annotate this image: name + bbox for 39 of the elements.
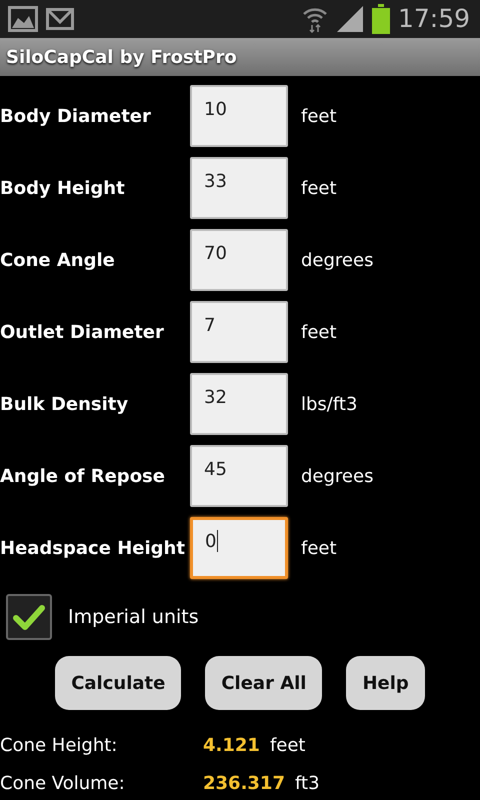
result-value: 236.317	[203, 772, 285, 796]
signal-icon	[336, 5, 364, 33]
field-label: Outlet Diameter	[0, 320, 165, 344]
unit-label: feet	[300, 536, 337, 560]
result-label: Cone Height:	[0, 734, 118, 758]
field-label: Body Diameter	[0, 104, 152, 128]
action-button[interactable]: Help	[346, 656, 425, 710]
input-field[interactable]: 0	[190, 517, 288, 579]
result-label: Cone Volume:	[0, 772, 126, 796]
checkmark-icon	[13, 603, 45, 631]
input-field[interactable]: 45	[190, 445, 288, 507]
action-button[interactable]: Calculate	[55, 656, 182, 710]
result-value: 4.121	[203, 734, 260, 758]
checkbox[interactable]	[6, 594, 52, 640]
unit-label: feet	[300, 104, 337, 128]
input-field[interactable]: 70	[190, 229, 288, 291]
battery-icon	[372, 4, 390, 34]
picture-icon	[8, 6, 38, 32]
field-label: Body Height	[0, 176, 126, 200]
unit-label: feet	[270, 734, 306, 758]
unit-label: degrees	[300, 248, 374, 272]
field-label: Headspace Height	[0, 536, 186, 560]
field-label: Angle of Repose	[0, 464, 166, 488]
input-field[interactable]: 7	[190, 301, 288, 363]
input-field[interactable]: 32	[190, 373, 288, 435]
unit-label: feet	[300, 176, 337, 200]
clock: 17:59	[398, 3, 470, 36]
action-button[interactable]: Clear All	[205, 656, 322, 710]
unit-label: ft3	[294, 772, 320, 796]
app-title: SiloCapCal by FrostPro	[6, 46, 237, 70]
field-label: Bulk Density	[0, 392, 130, 416]
input-field[interactable]: 33	[190, 157, 288, 219]
mail-icon	[46, 8, 74, 30]
unit-label: degrees	[300, 464, 374, 488]
field-label: Cone Angle	[0, 248, 116, 272]
checkbox-label: Imperial units	[68, 604, 199, 630]
input-field[interactable]: 10	[190, 85, 288, 147]
unit-label: lbs/ft3	[300, 392, 358, 416]
unit-label: feet	[300, 320, 337, 344]
